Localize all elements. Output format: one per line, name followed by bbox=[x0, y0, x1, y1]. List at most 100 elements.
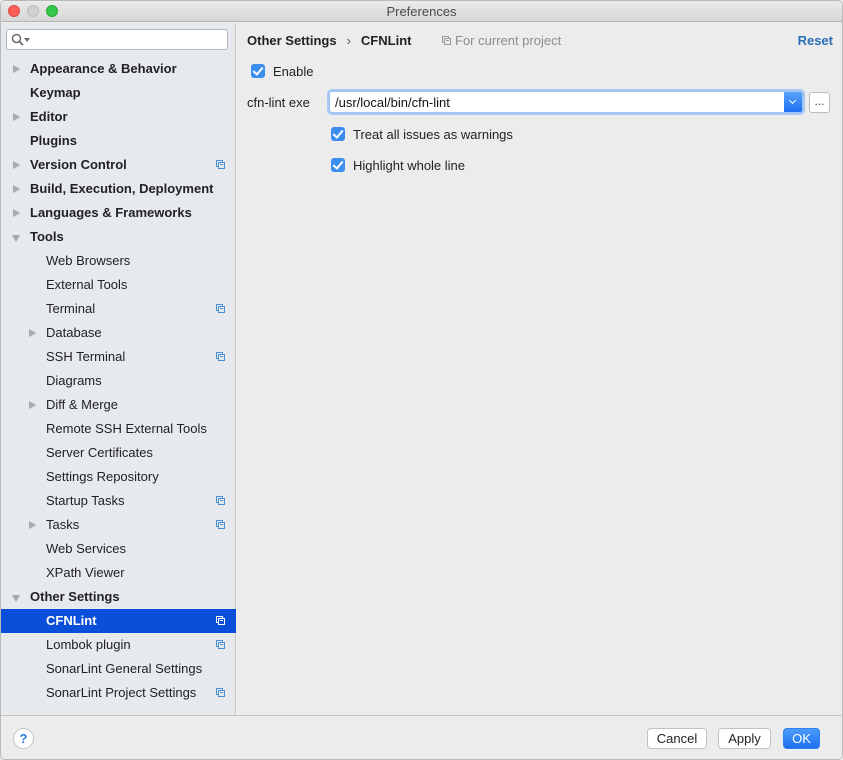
sidebar-item[interactable]: Appearance & Behavior bbox=[1, 57, 236, 81]
sidebar-item[interactable]: Lombok plugin bbox=[1, 633, 236, 657]
sidebar-item-label: External Tools bbox=[46, 277, 128, 292]
project-level-icon bbox=[216, 616, 226, 626]
sidebar-item[interactable]: Settings Repository bbox=[1, 465, 236, 489]
sidebar-item[interactable]: Server Certificates bbox=[1, 441, 236, 465]
sidebar-item[interactable]: CFNLint bbox=[1, 609, 236, 633]
preferences-window: Preferences Appearance & Behavior Keymap E… bbox=[0, 0, 843, 760]
sidebar-item-label: Tools bbox=[30, 229, 64, 244]
reset-link[interactable]: Reset bbox=[798, 33, 833, 48]
highlight-whole-line-label: Highlight whole line bbox=[353, 158, 466, 173]
help-button[interactable]: ? bbox=[13, 728, 34, 749]
browse-button[interactable]: ... bbox=[809, 92, 830, 113]
sidebar-item[interactable]: SonarLint Project Settings bbox=[1, 681, 236, 705]
sidebar-item-label: Web Services bbox=[46, 541, 126, 556]
enable-label: Enable bbox=[273, 64, 314, 79]
sidebar-item[interactable]: Version Control bbox=[1, 153, 236, 177]
project-level-icon bbox=[216, 640, 226, 650]
breadcrumb-item: CFNLint bbox=[360, 33, 412, 48]
sidebar-item[interactable]: Web Browsers bbox=[1, 249, 236, 273]
minimize-window-button[interactable] bbox=[27, 5, 39, 17]
sidebar-item[interactable]: XPath Viewer bbox=[1, 561, 236, 585]
project-scope-note: For current project bbox=[442, 33, 561, 48]
sidebar-item-label: Web Browsers bbox=[46, 253, 131, 268]
sidebar-item-label: Server Certificates bbox=[46, 445, 153, 460]
collapsed-arrow-icon[interactable] bbox=[13, 65, 20, 73]
project-level-icon bbox=[442, 36, 452, 46]
sidebar-item-label: CFNLint bbox=[46, 613, 97, 628]
collapsed-arrow-icon[interactable] bbox=[29, 329, 36, 337]
close-window-button[interactable] bbox=[8, 5, 20, 17]
sidebar-item[interactable]: Web Services bbox=[1, 537, 236, 561]
treat-issues-as-warnings-checkbox[interactable] bbox=[331, 127, 345, 141]
collapsed-arrow-icon[interactable] bbox=[13, 185, 20, 193]
settings-sidebar: Appearance & Behavior Keymap Editor Plugins… bbox=[1, 23, 236, 715]
ok-button[interactable]: OK bbox=[783, 728, 820, 749]
cancel-button[interactable]: Cancel bbox=[647, 728, 707, 749]
title-bar: Preferences bbox=[1, 1, 842, 22]
breadcrumb-item: Other Settings bbox=[247, 33, 337, 48]
collapsed-arrow-icon[interactable] bbox=[13, 209, 20, 217]
cfn-lint-exe-value[interactable]: /usr/local/bin/cfn-lint bbox=[335, 95, 450, 110]
project-level-icon bbox=[216, 160, 226, 170]
sidebar-item-label: Settings Repository bbox=[46, 469, 159, 484]
cfn-lint-exe-label: cfn-lint exe bbox=[247, 95, 310, 110]
expanded-arrow-icon[interactable] bbox=[12, 235, 20, 242]
project-level-icon bbox=[216, 520, 226, 530]
sidebar-item[interactable]: Diagrams bbox=[1, 369, 236, 393]
sidebar-item[interactable]: Editor bbox=[1, 105, 236, 129]
cfn-lint-exe-combobox[interactable]: /usr/local/bin/cfn-lint bbox=[329, 91, 803, 113]
sidebar-item-label: SonarLint Project Settings bbox=[46, 685, 197, 700]
sidebar-item[interactable]: Tasks bbox=[1, 513, 236, 537]
project-level-icon bbox=[216, 496, 226, 506]
sidebar-item-label: Tasks bbox=[46, 517, 80, 532]
sidebar-item-label: Keymap bbox=[30, 85, 81, 100]
treat-issues-as-warnings-label: Treat all issues as warnings bbox=[353, 127, 513, 142]
sidebar-item[interactable]: Remote SSH External Tools bbox=[1, 417, 236, 441]
apply-button[interactable]: Apply bbox=[718, 728, 771, 749]
sidebar-item[interactable]: Startup Tasks bbox=[1, 489, 236, 513]
sidebar-item[interactable]: Other Settings bbox=[1, 585, 236, 609]
sidebar-item[interactable]: SSH Terminal bbox=[1, 345, 236, 369]
sidebar-item-label: Terminal bbox=[46, 301, 96, 316]
sidebar-item-label: Build, Execution, Deployment bbox=[30, 181, 214, 196]
sidebar-item-label: Lombok plugin bbox=[46, 637, 131, 652]
collapsed-arrow-icon[interactable] bbox=[29, 521, 36, 529]
sidebar-item[interactable]: Terminal bbox=[1, 297, 236, 321]
search-icon bbox=[11, 33, 24, 46]
collapsed-arrow-icon[interactable] bbox=[13, 161, 20, 169]
sidebar-item[interactable]: Plugins bbox=[1, 129, 236, 153]
highlight-whole-line-checkbox[interactable] bbox=[331, 158, 345, 172]
sidebar-item[interactable]: Diff & Merge bbox=[1, 393, 236, 417]
sidebar-item[interactable]: SonarLint General Settings bbox=[1, 657, 236, 681]
settings-search-input[interactable] bbox=[6, 29, 228, 50]
chevron-down-icon[interactable] bbox=[784, 92, 802, 112]
sidebar-item-label: Editor bbox=[30, 109, 68, 124]
expanded-arrow-icon[interactable] bbox=[12, 595, 20, 602]
collapsed-arrow-icon[interactable] bbox=[13, 113, 20, 121]
sidebar-item[interactable]: Tools bbox=[1, 225, 236, 249]
settings-content-panel: Other Settings › CFNLint For current proje… bbox=[237, 23, 842, 715]
collapsed-arrow-icon[interactable] bbox=[29, 401, 36, 409]
sidebar-item[interactable]: Keymap bbox=[1, 81, 236, 105]
sidebar-item[interactable]: Build, Execution, Deployment bbox=[1, 177, 236, 201]
sidebar-item-label: Other Settings bbox=[30, 589, 120, 604]
scope-label: For current project bbox=[455, 33, 562, 48]
sidebar-item-label: Appearance & Behavior bbox=[30, 61, 177, 76]
sidebar-item-label: Version Control bbox=[30, 157, 127, 172]
sidebar-item[interactable]: External Tools bbox=[1, 273, 236, 297]
project-level-icon bbox=[216, 304, 226, 314]
breadcrumb-separator: › bbox=[346, 33, 351, 48]
dialog-footer: ? Cancel Apply OK bbox=[1, 715, 842, 759]
window-title: Preferences bbox=[386, 4, 457, 19]
search-options-chevron-icon[interactable] bbox=[24, 38, 30, 42]
enable-checkbox[interactable] bbox=[251, 64, 265, 78]
sidebar-item[interactable]: Languages & Frameworks bbox=[1, 201, 236, 225]
project-level-icon bbox=[216, 688, 226, 698]
sidebar-item-label: Diagrams bbox=[46, 373, 102, 388]
sidebar-item-label: Database bbox=[46, 325, 102, 340]
breadcrumb: Other Settings › CFNLint For current proje… bbox=[247, 33, 561, 49]
sidebar-item-label: SonarLint General Settings bbox=[46, 661, 203, 676]
sidebar-item-label: SSH Terminal bbox=[46, 349, 126, 364]
maximize-window-button[interactable] bbox=[46, 5, 58, 17]
sidebar-item[interactable]: Database bbox=[1, 321, 236, 345]
